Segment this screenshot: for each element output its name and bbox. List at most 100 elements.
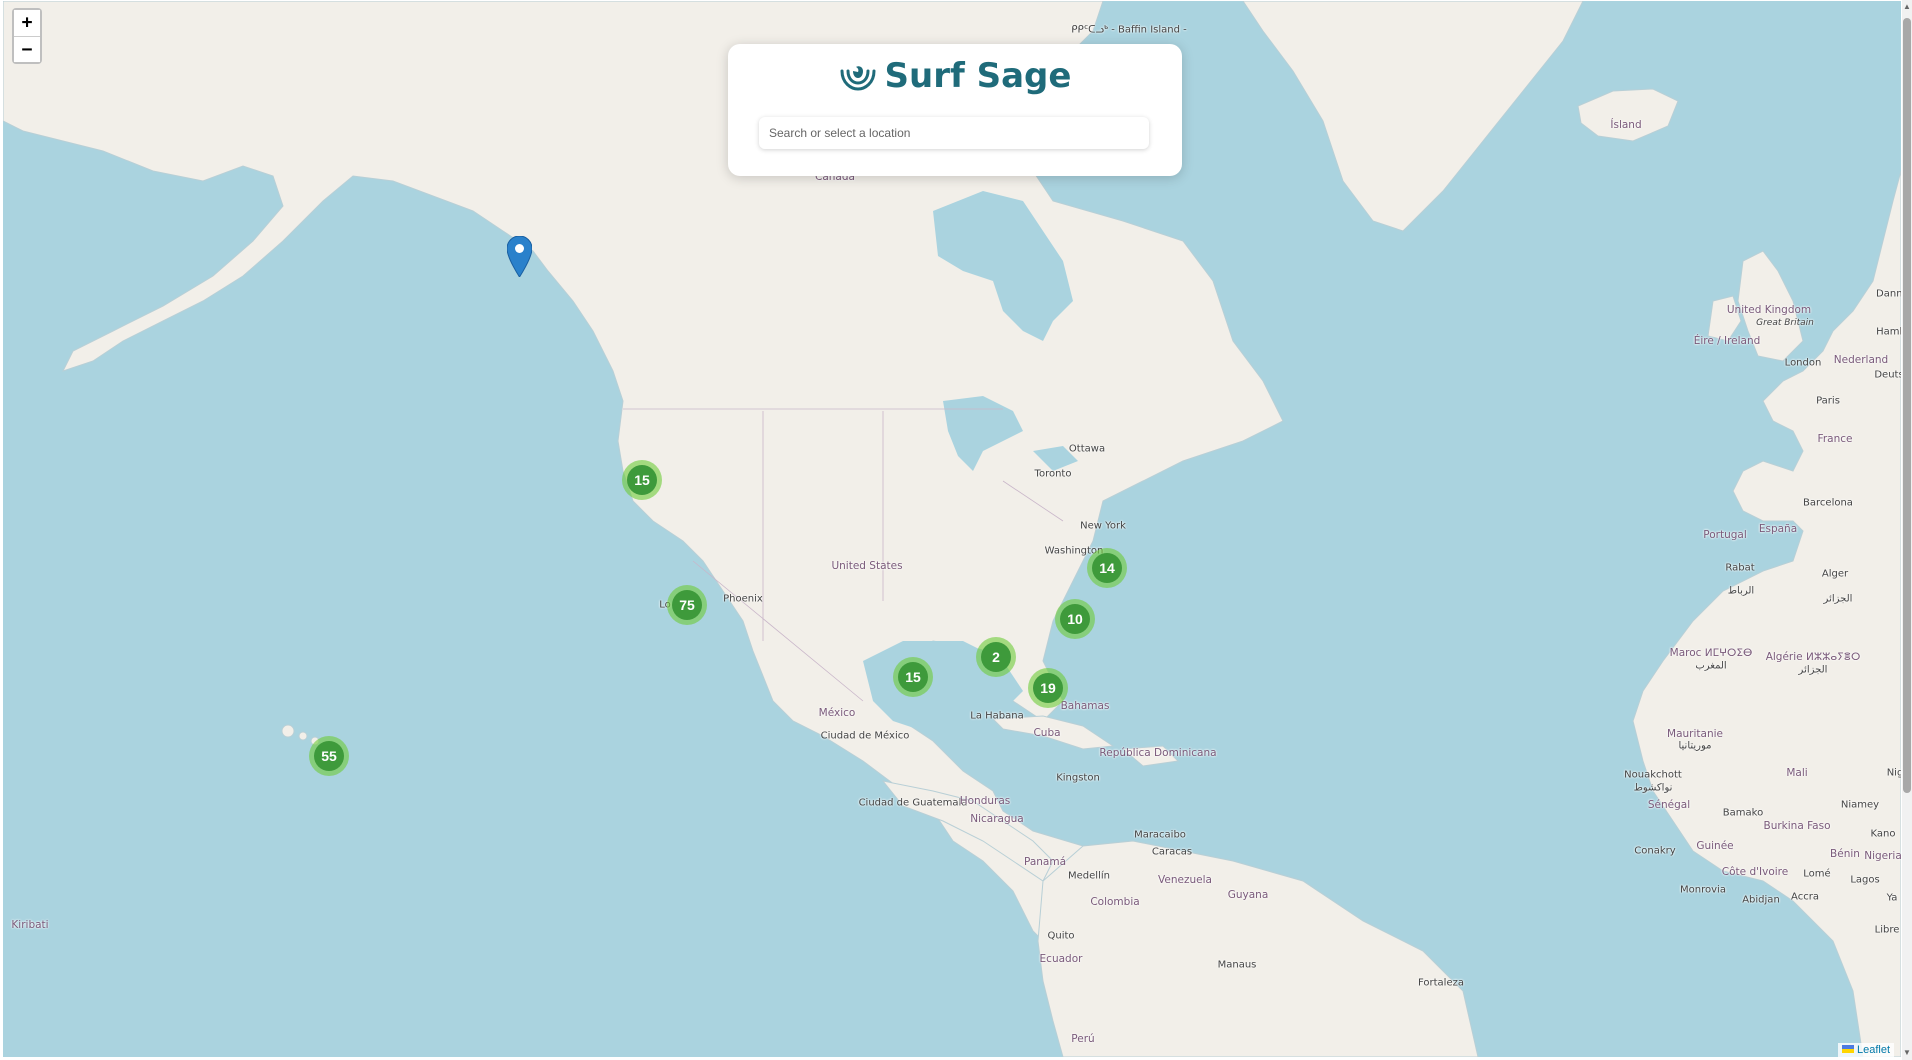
ukraine-flag-icon [1841, 1044, 1854, 1056]
label-island: Ísland [1610, 119, 1642, 131]
app-title: Surf Sage [884, 56, 1072, 96]
label-senegal: Sénégal [1647, 799, 1691, 811]
label-kingston: Kingston [1056, 772, 1100, 784]
cluster-count: 75 [672, 590, 702, 620]
cluster-marker[interactable]: 55 [309, 736, 349, 776]
label-kiribati: Kiribati [11, 919, 49, 931]
wave-icon [839, 57, 877, 96]
label-cote-divoire: Côte d'Ivoire [1721, 866, 1789, 878]
brand: Surf Sage [728, 56, 1182, 96]
label-fortaleza: Fortaleza [1418, 977, 1464, 989]
label-alger-ar: الجزائر [1823, 593, 1853, 605]
label-la-habana: La Habana [970, 710, 1024, 722]
label-guatemala: Ciudad de Guatemala [858, 797, 968, 809]
cluster-marker[interactable]: 75 [667, 585, 707, 625]
label-abidjan: Abidjan [1742, 894, 1780, 906]
label-new-york: New York [1080, 520, 1126, 532]
location-search-input[interactable] [759, 117, 1149, 149]
cluster-count: 15 [627, 465, 657, 495]
label-venezuela: Venezuela [1158, 874, 1212, 886]
scroll-up-arrow-icon[interactable]: ▲ [1902, 0, 1912, 14]
label-republica-dominicana: República Dominicana [1099, 747, 1217, 759]
land-greenland [1242, 1, 1584, 232]
label-portugal: Portugal [1703, 529, 1747, 541]
label-maracaibo: Maracaibo [1134, 829, 1186, 841]
label-monrovia: Monrovia [1680, 884, 1726, 896]
label-espana: España [1758, 523, 1798, 535]
label-ghana-edge: Ya [1886, 892, 1898, 904]
label-nouakchott-ar: نواكشوط [1633, 782, 1673, 794]
label-great-britain: Great Britain [1756, 318, 1814, 328]
label-paris: Paris [1816, 395, 1840, 407]
leaflet-link[interactable]: Leaflet [1857, 1044, 1890, 1056]
label-mauritanie: Mauritanie [1667, 728, 1723, 740]
label-united-kingdom: United Kingdom [1726, 304, 1812, 316]
cluster-count: 10 [1060, 604, 1090, 634]
label-manaus: Manaus [1217, 959, 1257, 971]
label-mali: Mali [1786, 767, 1808, 779]
label-conakry: Conakry [1634, 845, 1676, 857]
map-canvas[interactable]: ᑭᑭᑦᑕᓗᒃ - Baffin Island - Canada Ísland U… [3, 1, 1901, 1057]
label-hamburg: Hamb [1876, 326, 1901, 338]
label-rabat-ar: الرباط [1727, 585, 1755, 597]
label-bamako: Bamako [1722, 807, 1764, 819]
label-caracas: Caracas [1151, 846, 1193, 858]
label-rabat: Rabat [1725, 562, 1755, 574]
label-quito: Quito [1047, 930, 1075, 942]
label-liberia: Libre [1874, 924, 1900, 936]
cluster-marker[interactable]: 10 [1055, 599, 1095, 639]
label-nicaragua: Nicaragua [970, 813, 1024, 825]
zoom-in-button[interactable]: + [14, 10, 40, 36]
label-algerie-ar: الجزائر [1798, 664, 1828, 676]
label-barcelona: Barcelona [1803, 497, 1853, 509]
label-cuba: Cuba [1033, 727, 1061, 739]
label-baffin-island: ᑭᑭᑦᑕᓗᒃ - Baffin Island - [1071, 24, 1187, 36]
label-kano: Kano [1870, 828, 1896, 840]
label-burkina: Burkina Faso [1763, 820, 1831, 832]
scroll-down-arrow-icon[interactable]: ▼ [1902, 1046, 1912, 1060]
scrollbar-thumb[interactable] [1903, 18, 1911, 793]
cluster-marker[interactable]: 2 [976, 637, 1016, 677]
label-accra: Accra [1791, 891, 1819, 903]
cluster-count: 15 [898, 662, 928, 692]
cluster-count: 14 [1092, 553, 1122, 583]
label-maroc: Maroc ⵍⵎⵖⵔⵉⴱ [1669, 647, 1753, 659]
label-nigeria: Nigeria [1864, 850, 1901, 862]
label-nederland: Nederland [1833, 354, 1889, 366]
zoom-control: + − [12, 8, 42, 64]
label-maroc-ar: المغرب [1695, 660, 1727, 672]
label-benin: Bénin [1830, 848, 1860, 860]
label-medellin: Medellín [1068, 870, 1110, 882]
label-ottawa: Ottawa [1068, 443, 1106, 455]
label-panama: Panamá [1023, 856, 1067, 868]
label-france: France [1817, 433, 1853, 445]
cluster-marker[interactable]: 14 [1087, 548, 1127, 588]
cluster-marker[interactable]: 15 [622, 460, 662, 500]
cluster-count: 19 [1033, 673, 1063, 703]
label-lagos: Lagos [1850, 874, 1880, 886]
label-mexico: México [818, 707, 856, 719]
label-deutschland: Deuts [1874, 369, 1901, 381]
label-eire: Éire / Ireland [1693, 335, 1761, 347]
cluster-marker[interactable]: 15 [893, 657, 933, 697]
label-ecuador: Ecuador [1039, 953, 1083, 965]
label-honduras: Honduras [959, 795, 1011, 807]
cluster-marker[interactable]: 19 [1028, 668, 1068, 708]
label-peru: Perú [1071, 1033, 1095, 1045]
land-iceland [1577, 88, 1679, 142]
header-panel: Surf Sage [728, 44, 1182, 176]
label-niamey: Niamey [1840, 799, 1880, 811]
map-attribution: Leaflet [1837, 1043, 1894, 1057]
cluster-count: 2 [981, 642, 1011, 672]
label-phoenix: Phoenix [723, 593, 763, 605]
location-pin-icon[interactable] [506, 235, 533, 278]
label-guinee: Guinée [1696, 840, 1734, 852]
vertical-scrollbar[interactable]: ▲ ▼ [1902, 0, 1912, 1060]
label-toronto: Toronto [1034, 468, 1072, 480]
label-bahamas: Bahamas [1060, 700, 1110, 712]
label-nigeria-edge: Nig [1886, 767, 1901, 779]
label-algerie: Algérie ⵍⵣⵣⴰⵢⴻⵔ [1765, 651, 1861, 663]
zoom-out-button[interactable]: − [14, 36, 40, 62]
cluster-count: 55 [314, 741, 344, 771]
label-colombia: Colombia [1090, 896, 1140, 908]
